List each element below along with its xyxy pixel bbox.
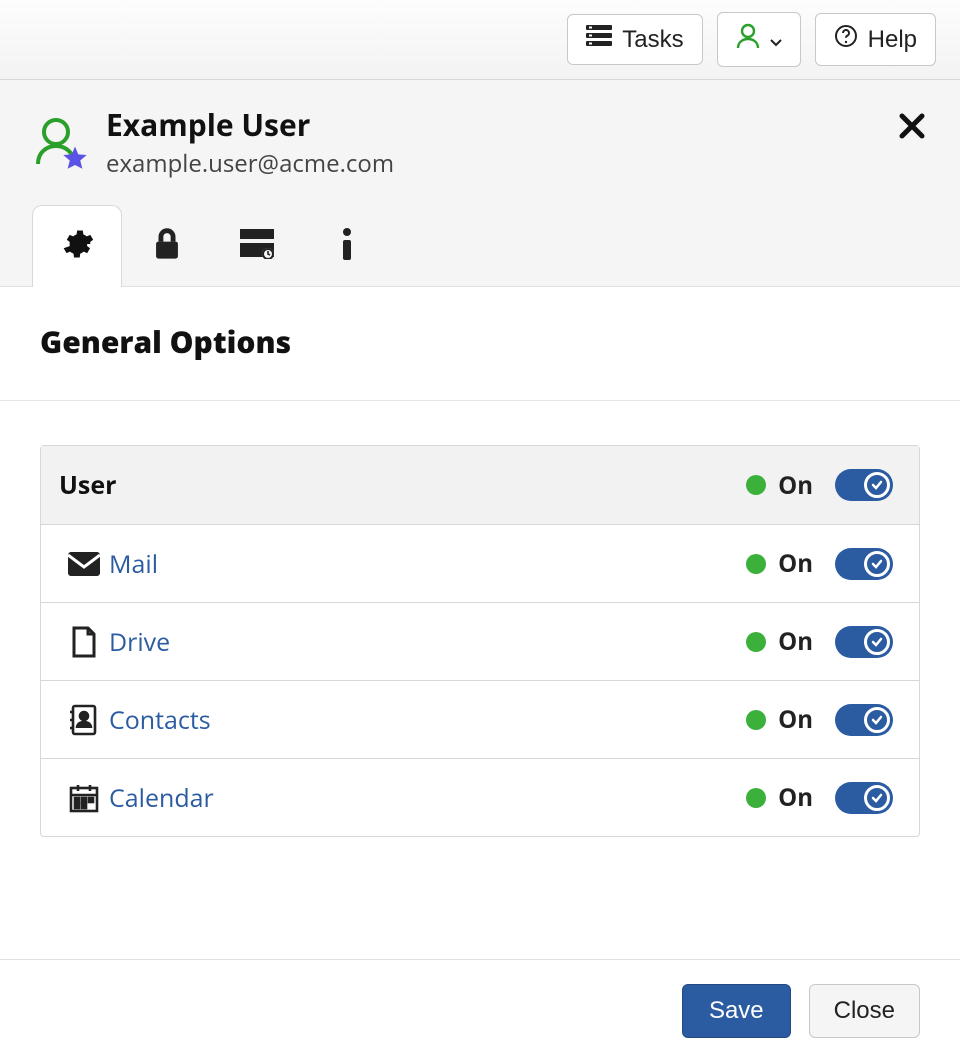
user-name: Example User bbox=[106, 104, 394, 145]
panel-header: Example User example.user@acme.com bbox=[0, 80, 960, 287]
status-text: On bbox=[778, 547, 813, 580]
contacts-toggle[interactable] bbox=[835, 704, 893, 736]
drive-icon bbox=[59, 626, 109, 658]
status-dot-icon bbox=[746, 788, 766, 808]
lock-icon bbox=[152, 227, 182, 266]
option-row-drive: Drive On bbox=[41, 602, 919, 680]
user-menu-button[interactable] bbox=[717, 12, 801, 67]
status-text: On bbox=[778, 703, 813, 736]
tab-general[interactable] bbox=[32, 205, 122, 287]
user-outline-icon bbox=[736, 23, 760, 56]
status-text: On bbox=[778, 625, 813, 658]
status-text: On bbox=[778, 781, 813, 814]
tab-security[interactable] bbox=[122, 205, 212, 287]
caret-down-icon bbox=[770, 26, 782, 54]
tab-storage[interactable] bbox=[212, 205, 302, 287]
drive-toggle[interactable] bbox=[835, 626, 893, 658]
option-link-contacts[interactable]: Contacts bbox=[109, 703, 211, 737]
star-badge-icon bbox=[60, 144, 90, 179]
help-button[interactable]: Help bbox=[815, 13, 936, 66]
status-dot-icon bbox=[746, 710, 766, 730]
calendar-icon bbox=[59, 783, 109, 813]
status-text: On bbox=[778, 469, 813, 502]
top-bar: Tasks Help bbox=[0, 0, 960, 80]
option-row-contacts: Contacts On bbox=[41, 680, 919, 758]
close-panel-button[interactable] bbox=[898, 112, 926, 145]
options-header-label: User bbox=[59, 468, 746, 502]
option-link-drive[interactable]: Drive bbox=[109, 625, 170, 659]
gear-icon bbox=[60, 227, 94, 266]
option-link-calendar[interactable]: Calendar bbox=[109, 781, 214, 815]
mail-icon bbox=[59, 552, 109, 576]
option-link-mail[interactable]: Mail bbox=[109, 547, 158, 581]
info-icon bbox=[340, 227, 354, 266]
mail-toggle[interactable] bbox=[835, 548, 893, 580]
save-button[interactable]: Save bbox=[682, 984, 791, 1038]
storage-icon bbox=[240, 229, 274, 264]
options-panel: User On Mail On bbox=[0, 401, 960, 837]
contacts-icon bbox=[59, 704, 109, 736]
help-icon bbox=[834, 24, 858, 55]
calendar-toggle[interactable] bbox=[835, 782, 893, 814]
options-header-row: User On bbox=[41, 446, 919, 524]
close-button[interactable]: Close bbox=[809, 984, 920, 1038]
user-email: example.user@acme.com bbox=[106, 147, 394, 180]
option-row-mail: Mail On bbox=[41, 524, 919, 602]
status-dot-icon bbox=[746, 554, 766, 574]
footer-bar: Save Close bbox=[0, 959, 960, 1062]
tasks-button[interactable]: Tasks bbox=[567, 14, 702, 65]
user-avatar-icon bbox=[32, 114, 88, 170]
tasks-button-label: Tasks bbox=[622, 26, 683, 54]
tasks-icon bbox=[586, 25, 612, 54]
tab-info[interactable] bbox=[302, 205, 392, 287]
tab-bar bbox=[32, 204, 928, 286]
option-row-calendar: Calendar On bbox=[41, 758, 919, 836]
help-button-label: Help bbox=[868, 26, 917, 54]
section-title: General Options bbox=[0, 287, 960, 401]
status-dot-icon bbox=[746, 632, 766, 652]
user-toggle[interactable] bbox=[835, 469, 893, 501]
status-dot-icon bbox=[746, 475, 766, 495]
